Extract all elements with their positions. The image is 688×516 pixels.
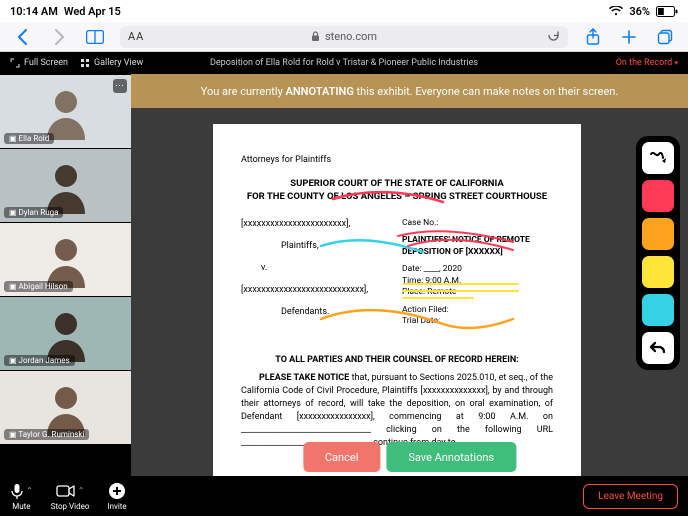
annotation-toolbar [636,136,680,370]
reload-button[interactable] [547,29,560,45]
app-top-bar: Full Screen Gallery View Deposition of E… [0,52,688,74]
doc-caption-right: Case No.: PLAINTIFFS' NOTICE OF REMOTEDE… [402,218,553,328]
participant-tile[interactable]: ▣ Abigail Hilson [0,222,131,296]
doc-court-line1: SUPERIOR COURT OF THE STATE OF CALIFORNI… [241,178,553,191]
tabs-overview-button[interactable] [654,26,676,48]
doc-caption-left: [xxxxxxxxxxxxxxxxxxxxxxx], Plaintiffs, v… [241,218,392,328]
invite-button[interactable]: Invite [107,482,126,511]
participant-tile[interactable]: ▣ Jordan James [0,296,131,370]
share-button[interactable] [582,26,604,48]
cancel-button[interactable]: Cancel [303,442,380,472]
gallery-view-toggle[interactable]: Gallery View [80,58,143,68]
battery-pct: 36% [629,5,650,18]
forward-button[interactable] [48,26,70,48]
doc-notice-body: PLEASE TAKE NOTICE that, pursuant to Sec… [241,372,553,450]
participant-tile[interactable]: ▣ Ella Rold ⋯ [0,74,131,148]
status-time: 10:14 AM [10,5,58,18]
participant-name: ▣ Jordan James [4,355,75,366]
participant-tile[interactable]: ▣ Dylan Ruga [0,148,131,222]
color-swatch-orange[interactable] [642,218,674,250]
stop-video-button[interactable]: ⌃ Stop Video [51,482,90,511]
exhibit-area: You are currently ANNOTATING this exhibi… [131,74,688,476]
ipad-status-bar: 10:14 AM Wed Apr 15 36% [0,0,688,22]
url-host: steno.com [325,30,377,43]
new-tab-button[interactable] [618,26,640,48]
reader-aa-button[interactable]: AA [128,30,144,43]
bookmarks-button[interactable] [84,26,106,48]
annotation-banner: You are currently ANNOTATING this exhibi… [131,74,688,108]
color-swatch-yellow[interactable] [642,256,674,288]
mute-button[interactable]: ⌃ Mute [10,482,33,511]
meeting-bottom-bar: ⌃ Mute ⌃ Stop Video Invite Leave Meeting [0,476,688,516]
annotation-actions: Cancel Save Annotations [303,442,516,472]
deposition-title: Deposition of Ella Rold for Rold v Trist… [210,58,478,68]
participant-name: ▣ Abigail Hilson [4,281,73,292]
back-button[interactable] [12,26,34,48]
app-viewport: Full Screen Gallery View Deposition of E… [0,52,688,516]
color-swatch-cyan[interactable] [642,294,674,326]
exhibit-document[interactable]: Attorneys for Plaintiffs SUPERIOR COURT … [213,124,581,476]
save-annotations-button[interactable]: Save Annotations [386,442,516,472]
wifi-icon [609,6,623,16]
tile-menu-icon[interactable]: ⋯ [113,79,127,93]
leave-meeting-button[interactable]: Leave Meeting [583,484,678,509]
safari-toolbar: AA steno.com [0,22,688,52]
participant-name: ▣ Dylan Ruga [4,207,63,218]
participant-name: ▣ Ella Rold [4,133,54,144]
record-status[interactable]: On the Record ▾ [616,58,678,68]
lock-icon [311,31,320,42]
url-bar[interactable]: AA steno.com [120,26,568,48]
participant-name: ▣ Taylor G. Ruminski [4,429,89,440]
undo-button[interactable] [642,332,674,364]
freehand-tool[interactable] [642,142,674,174]
participants-sidebar[interactable]: ▣ Ella Rold ⋯ ▣ Dylan Ruga ▣ Abigail Hil… [0,74,131,476]
doc-attorneys: Attorneys for Plaintiffs [241,154,553,166]
status-date: Wed Apr 15 [64,5,121,18]
doc-court-line2: FOR THE COUNTY OF LOS ANGELES – SPRING S… [241,191,553,204]
color-swatch-red[interactable] [642,180,674,212]
battery-icon [656,6,678,17]
participant-tile[interactable]: ▣ Taylor G. Ruminski [0,370,131,444]
doc-notice-heading: TO ALL PARTIES AND THEIR COUNSEL OF RECO… [241,354,553,366]
fullscreen-toggle[interactable]: Full Screen [10,58,68,68]
